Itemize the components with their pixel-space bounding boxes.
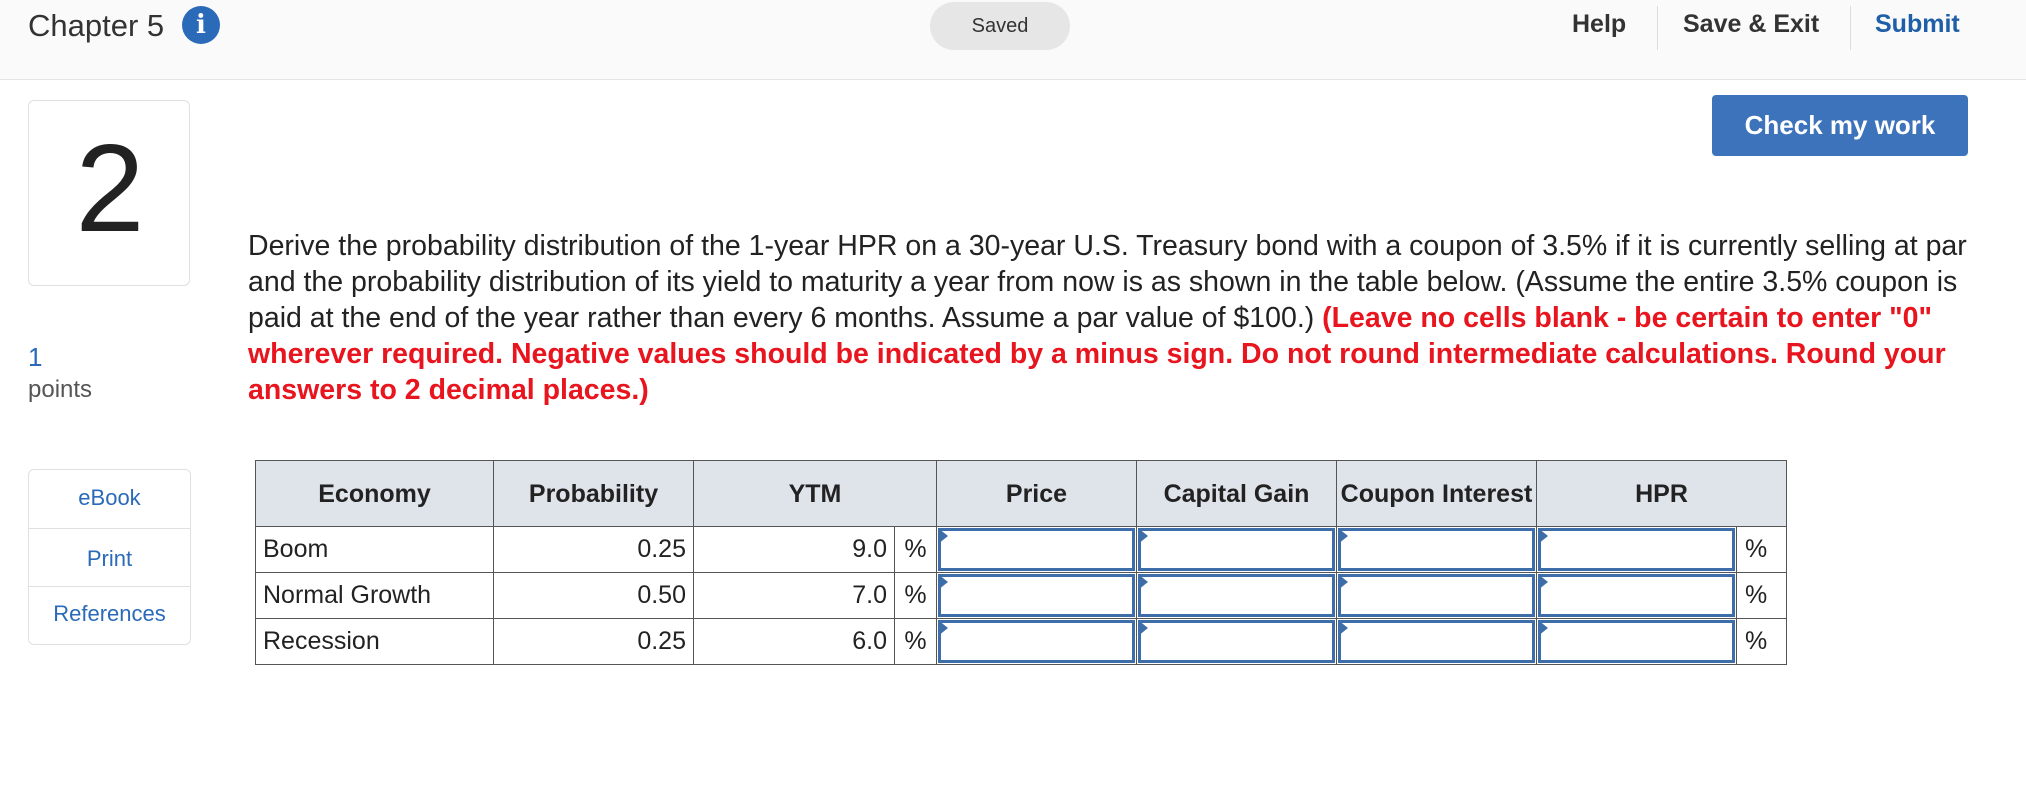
header-coupon-interest: Coupon Interest: [1336, 460, 1537, 527]
coupon-interest-input[interactable]: [1336, 618, 1537, 665]
table-header-row: Economy Probability YTM Price Capital Ga…: [255, 460, 1787, 527]
capital-gain-input[interactable]: [1136, 526, 1337, 573]
header-price: Price: [936, 460, 1137, 527]
chapter-title: Chapter 5: [28, 8, 165, 43]
hpr-input[interactable]: [1536, 618, 1737, 665]
save-exit-link[interactable]: Save & Exit: [1683, 10, 1819, 39]
top-header: Chapter 5 i Saved Help Save & Exit Submi…: [0, 0, 2026, 80]
question-number: 2: [75, 120, 145, 258]
price-input[interactable]: [936, 526, 1137, 573]
nav-divider: [1850, 6, 1851, 50]
capital-gain-input[interactable]: [1136, 618, 1337, 665]
check-my-work-button[interactable]: Check my work: [1712, 95, 1968, 156]
info-icon[interactable]: i: [182, 6, 220, 44]
resource-links-panel: eBook Print References: [28, 469, 191, 645]
probability-cell: 0.50: [493, 572, 694, 619]
economy-cell: Normal Growth: [255, 572, 494, 619]
hpr-table: Economy Probability YTM Price Capital Ga…: [255, 460, 1787, 665]
ytm-unit: %: [894, 618, 937, 665]
ytm-unit: %: [894, 572, 937, 619]
hpr-input[interactable]: [1536, 526, 1737, 573]
hpr-unit: %: [1736, 618, 1787, 665]
economy-cell: Recession: [255, 618, 494, 665]
header-ytm: YTM: [693, 460, 937, 527]
header-economy: Economy: [255, 460, 494, 527]
points-label: points: [28, 376, 93, 403]
hpr-input[interactable]: [1536, 572, 1737, 619]
help-link[interactable]: Help: [1572, 10, 1626, 39]
ytm-cell: 6.0: [693, 618, 895, 665]
table-row: Boom 0.25 9.0 % %: [255, 526, 1787, 573]
probability-cell: 0.25: [493, 526, 694, 573]
economy-cell: Boom: [255, 526, 494, 573]
hpr-unit: %: [1736, 572, 1787, 619]
probability-cell: 0.25: [493, 618, 694, 665]
ytm-cell: 7.0: [693, 572, 895, 619]
question-number-box: 2: [28, 100, 190, 286]
submit-link[interactable]: Submit: [1875, 10, 1960, 39]
coupon-interest-input[interactable]: [1336, 572, 1537, 619]
link-divider: [29, 528, 190, 529]
ytm-unit: %: [894, 526, 937, 573]
price-input[interactable]: [936, 572, 1137, 619]
link-divider: [29, 586, 190, 587]
capital-gain-input[interactable]: [1136, 572, 1337, 619]
header-hpr: HPR: [1536, 460, 1787, 527]
ebook-link[interactable]: eBook: [29, 485, 190, 511]
table-row: Recession 0.25 6.0 % %: [255, 618, 1787, 665]
print-link[interactable]: Print: [29, 546, 190, 572]
header-probability: Probability: [493, 460, 694, 527]
question-text: Derive the probability distribution of t…: [248, 228, 1978, 408]
points-value: 1: [28, 342, 43, 372]
nav-divider: [1657, 6, 1658, 50]
hpr-unit: %: [1736, 526, 1787, 573]
coupon-interest-input[interactable]: [1336, 526, 1537, 573]
ytm-cell: 9.0: [693, 526, 895, 573]
references-link[interactable]: References: [29, 601, 190, 627]
table-row: Normal Growth 0.50 7.0 % %: [255, 572, 1787, 619]
saved-status-badge: Saved: [930, 2, 1070, 50]
header-capital-gain: Capital Gain: [1136, 460, 1337, 527]
price-input[interactable]: [936, 618, 1137, 665]
